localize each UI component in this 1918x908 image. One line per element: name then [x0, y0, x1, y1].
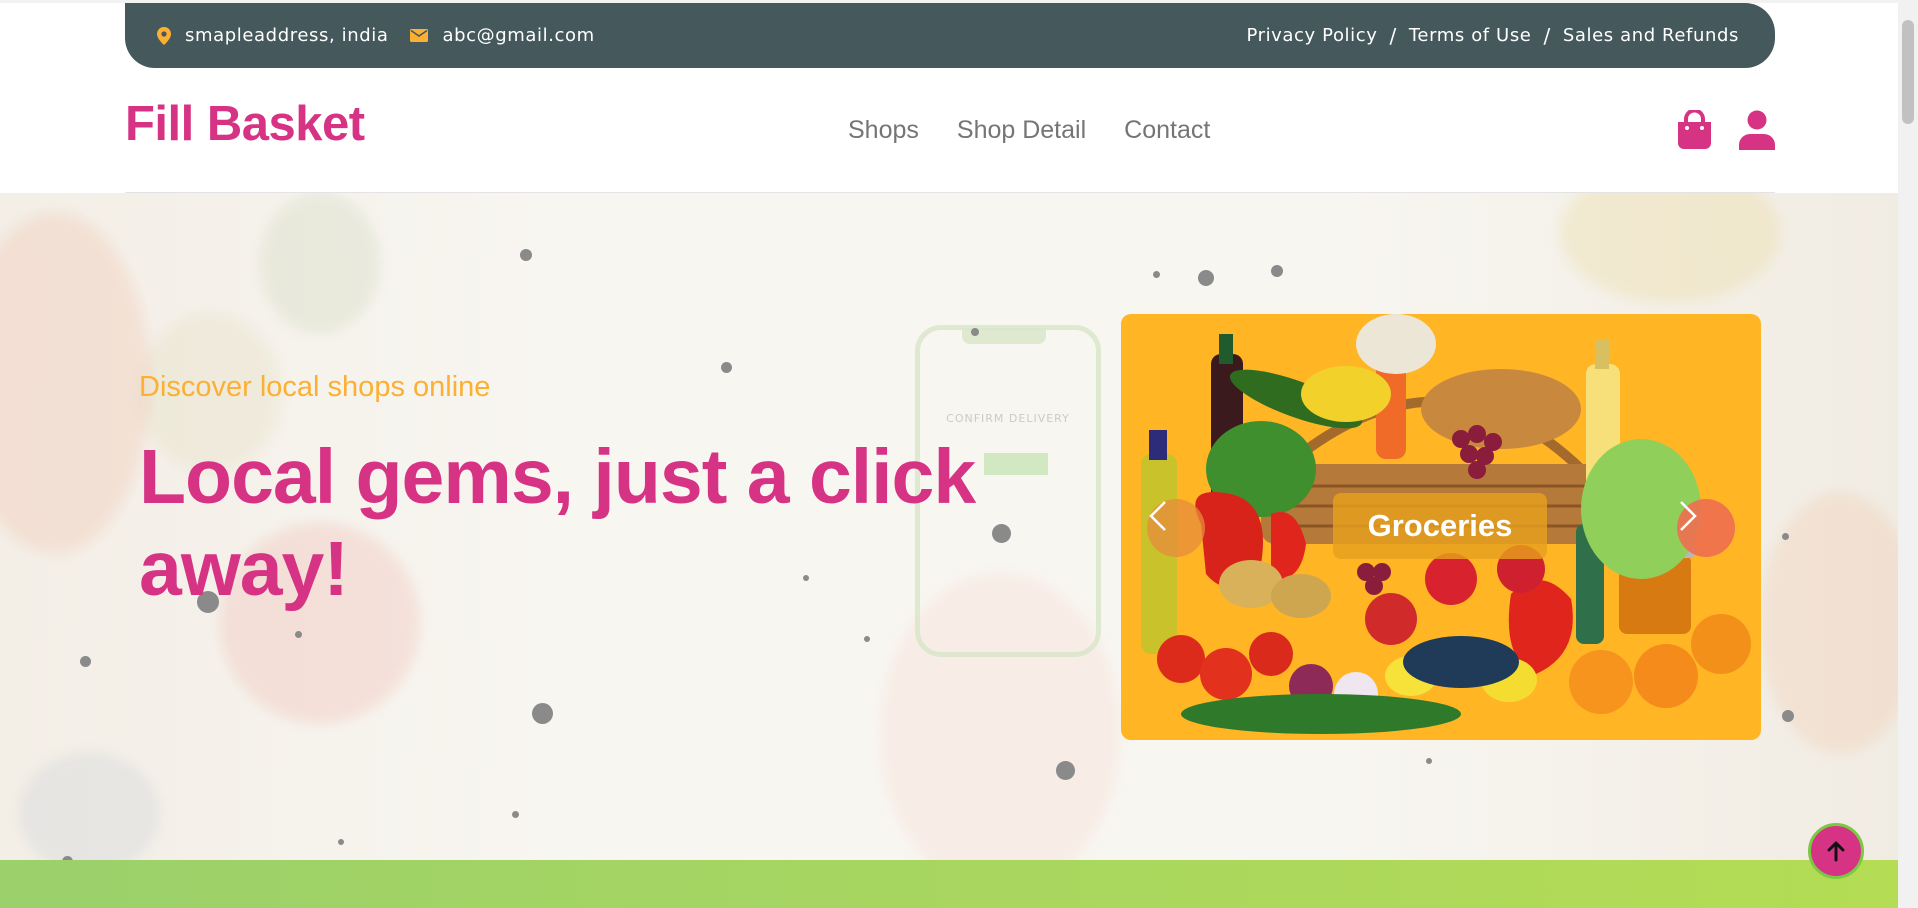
nav-icons [1676, 110, 1775, 150]
arrow-up-icon [1827, 841, 1845, 862]
vertical-scrollbar[interactable] [1898, 0, 1918, 908]
particle-dot [1198, 270, 1214, 286]
chevron-left-icon [1149, 501, 1166, 531]
nav-item-shop-detail[interactable]: Shop Detail [957, 116, 1086, 145]
sales-refunds-link[interactable]: Sales and Refunds [1563, 25, 1739, 46]
link-separator: / [1543, 23, 1551, 48]
background-produce-shape [20, 753, 160, 860]
particle-dot [520, 249, 532, 261]
hero-headline: Local gems, just a click away! [139, 434, 976, 612]
back-to-top-button[interactable] [1808, 823, 1864, 879]
particle-dot [864, 636, 870, 642]
address-item: smapleaddress, india [157, 25, 388, 46]
email-text[interactable]: abc@gmail.com [442, 25, 594, 46]
particle-dot [1271, 265, 1283, 277]
particle-dot [80, 656, 91, 667]
envelope-icon [410, 29, 429, 42]
map-marker-icon [157, 26, 171, 45]
particle-dot [1056, 761, 1075, 780]
background-produce-shape [260, 193, 380, 333]
nav-item-shops[interactable]: Shops [848, 116, 919, 145]
particle-dot [512, 811, 519, 818]
main-nav: Shops Shop Detail Contact [848, 116, 1210, 145]
top-info-bar: smapleaddress, india abc@gmail.com Priva… [125, 3, 1775, 68]
address-text: smapleaddress, india [185, 25, 389, 46]
navbar: Fill Basket Shops Shop Detail Contact [125, 68, 1775, 193]
policy-links: Privacy Policy / Terms of Use / Sales an… [1246, 3, 1739, 68]
link-separator: / [1389, 23, 1397, 48]
carousel-next-button[interactable] [1677, 499, 1735, 557]
terms-of-use-link[interactable]: Terms of Use [1409, 25, 1532, 46]
particle-dot [338, 839, 344, 845]
particle-dot [721, 362, 732, 373]
background-produce-shape [0, 213, 150, 553]
hero-section: CONFIRM DELIVERY Discover local shops on… [0, 193, 1898, 860]
particle-dot [971, 328, 979, 336]
privacy-policy-link[interactable]: Privacy Policy [1246, 25, 1377, 46]
scrollbar-thumb[interactable] [1902, 20, 1914, 124]
phone-screen-text: CONFIRM DELIVERY [946, 412, 1070, 425]
shopping-bag-icon[interactable] [1676, 110, 1713, 150]
chevron-right-icon [1680, 501, 1697, 531]
contact-info: smapleaddress, india abc@gmail.com [157, 3, 595, 68]
category-carousel[interactable]: Groceries [1121, 314, 1761, 740]
hero-tagline: Discover local shops online [139, 371, 491, 403]
background-produce-shape [1560, 193, 1780, 303]
user-icon[interactable] [1739, 110, 1775, 150]
background-produce-shape [1760, 493, 1898, 753]
particle-dot [1153, 271, 1160, 278]
carousel-caption: Groceries [1333, 493, 1547, 559]
particle-dot [295, 631, 302, 638]
email-item[interactable]: abc@gmail.com [410, 25, 594, 46]
page: smapleaddress, india abc@gmail.com Priva… [0, 0, 1898, 908]
particle-dot [532, 703, 553, 724]
carousel-prev-button[interactable] [1147, 499, 1205, 557]
particle-dot [1426, 758, 1432, 764]
bottom-green-band [0, 860, 1898, 908]
nav-item-contact[interactable]: Contact [1124, 116, 1210, 145]
particle-dot [1782, 533, 1789, 540]
brand-logo[interactable]: Fill Basket [125, 96, 365, 152]
particle-dot [1782, 710, 1794, 722]
